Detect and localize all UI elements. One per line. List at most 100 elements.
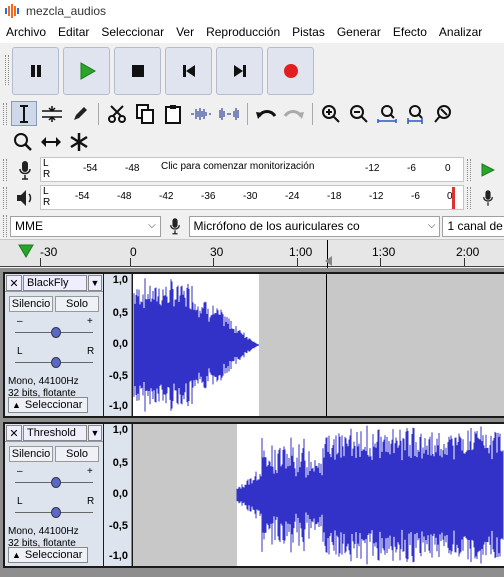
envelope-tool-button[interactable] bbox=[39, 101, 65, 126]
track-control-panel[interactable]: ✕ BlackFly ▼ Silencio Solo – + L R Mono,… bbox=[5, 274, 103, 416]
ruler-tick bbox=[464, 258, 465, 266]
draw-tool-button[interactable] bbox=[67, 101, 93, 126]
toolbar-grip[interactable] bbox=[5, 55, 9, 85]
close-track-icon[interactable]: ✕ bbox=[6, 275, 22, 291]
channels-select[interactable]: 1 canal de bbox=[442, 215, 504, 237]
trim-button[interactable] bbox=[188, 101, 214, 126]
zoom-in-button[interactable] bbox=[318, 101, 344, 126]
solo-button[interactable]: Solo bbox=[55, 446, 99, 462]
paste-button[interactable] bbox=[160, 101, 186, 126]
selection-tool-button[interactable] bbox=[11, 101, 37, 126]
zoom-out-button[interactable] bbox=[346, 101, 372, 126]
menu-bar: Archivo Editar Seleccionar Ver Reproducc… bbox=[0, 22, 504, 43]
microphone-icon bbox=[169, 218, 180, 235]
toolbar-separator bbox=[98, 102, 99, 125]
zoom-toggle-button[interactable] bbox=[430, 101, 456, 126]
skip-to-end-button[interactable] bbox=[216, 47, 263, 95]
waveform-area[interactable] bbox=[133, 274, 504, 416]
menu-ver[interactable]: Ver bbox=[170, 22, 200, 43]
record-meter[interactable]: L R -54 -48 Clic para comenzar monitoriz… bbox=[40, 157, 464, 182]
time-shift-tool-button[interactable] bbox=[38, 129, 64, 154]
slider-knob[interactable] bbox=[51, 477, 61, 488]
ruler-tick bbox=[213, 258, 214, 266]
playback-meter[interactable]: L R -54 -48 -42 -36 -30 -24 -18 -12 -6 0 bbox=[40, 185, 464, 210]
waveform-area[interactable] bbox=[133, 424, 504, 566]
silence-button[interactable] bbox=[216, 101, 242, 126]
mute-button[interactable]: Silencio bbox=[9, 446, 53, 462]
collapse-triangle-icon[interactable]: ▲ bbox=[12, 400, 21, 410]
play-at-speed-button[interactable] bbox=[475, 157, 501, 182]
undo-button[interactable] bbox=[253, 101, 279, 126]
track-menu-chevron-icon[interactable]: ▼ bbox=[88, 425, 102, 441]
gain-slider[interactable] bbox=[15, 326, 93, 340]
ruler-tick bbox=[40, 258, 41, 266]
track-format: Mono, 44100Hz bbox=[8, 376, 79, 387]
skip-to-start-button[interactable] bbox=[165, 47, 212, 95]
ruler-tick bbox=[130, 258, 131, 266]
audio-track-blackfly[interactable]: ✕ BlackFly ▼ Silencio Solo – + L R Mono,… bbox=[3, 272, 504, 418]
solo-button[interactable]: Solo bbox=[55, 296, 99, 312]
menu-generar[interactable]: Generar bbox=[331, 22, 387, 43]
track-name[interactable]: Threshold bbox=[23, 425, 87, 441]
input-device-select[interactable]: Micrófono de los auriculares co ⌵ bbox=[188, 215, 441, 237]
track-control-panel[interactable]: ✕ Threshold ▼ Silencio Solo – + L R Mono… bbox=[5, 424, 103, 566]
pause-button[interactable] bbox=[12, 47, 59, 95]
collapse-triangle-icon[interactable]: ▲ bbox=[12, 550, 21, 560]
zoom-tool-button[interactable] bbox=[10, 129, 36, 154]
toolbar-grip[interactable] bbox=[3, 215, 7, 237]
play-button[interactable] bbox=[63, 47, 110, 95]
chevron-down-icon: ⌵ bbox=[427, 219, 436, 231]
pan-slider[interactable] bbox=[15, 356, 93, 370]
tools-toolbar-2 bbox=[0, 128, 504, 155]
stop-button[interactable] bbox=[114, 47, 161, 95]
meter-scale-label: -54 bbox=[83, 163, 98, 174]
timeline-ruler[interactable]: -30 0 30 1:00 1:30 2:00 bbox=[0, 239, 504, 268]
gain-slider[interactable] bbox=[15, 476, 93, 490]
menu-reproduccion[interactable]: Reproducción bbox=[200, 22, 286, 43]
amplitude-ruler[interactable]: 1,0 0,5 0,0 -0,5 -1,0 bbox=[104, 424, 132, 566]
track-name[interactable]: BlackFly bbox=[23, 275, 87, 291]
redo-button[interactable] bbox=[281, 101, 307, 126]
amplitude-ruler[interactable]: 1,0 0,5 0,0 -0,5 -1,0 bbox=[104, 274, 132, 416]
menu-editar[interactable]: Editar bbox=[52, 22, 95, 43]
ruler-label: 30 bbox=[210, 245, 224, 259]
menu-seleccionar[interactable]: Seleccionar bbox=[95, 22, 170, 43]
pan-slider[interactable] bbox=[15, 506, 93, 520]
menu-archivo[interactable]: Archivo bbox=[0, 22, 52, 43]
amplitude-label: 0,0 bbox=[112, 488, 128, 500]
track-menu-chevron-icon[interactable]: ▼ bbox=[88, 275, 102, 291]
cut-button[interactable] bbox=[104, 101, 130, 126]
toolbar-grip[interactable] bbox=[467, 186, 471, 209]
scissors-icon bbox=[108, 104, 126, 123]
slider-knob[interactable] bbox=[51, 507, 61, 518]
playback-meter-button[interactable] bbox=[10, 184, 40, 211]
fit-selection-button[interactable] bbox=[374, 101, 400, 126]
audio-host-select[interactable]: MME ⌵ bbox=[9, 215, 161, 237]
slider-knob[interactable] bbox=[51, 327, 61, 338]
monitor-prompt[interactable]: Clic para comenzar monitorización bbox=[159, 161, 317, 172]
silence-audio-icon bbox=[219, 107, 239, 120]
fit-project-button[interactable] bbox=[402, 101, 428, 126]
mute-button[interactable]: Silencio bbox=[9, 296, 53, 312]
close-track-icon[interactable]: ✕ bbox=[6, 425, 22, 441]
play-triangle-icon[interactable] bbox=[18, 244, 34, 258]
menu-analizar[interactable]: Analizar bbox=[433, 22, 488, 43]
toolbar-grip[interactable] bbox=[3, 102, 7, 125]
toolbar-grip[interactable] bbox=[3, 158, 7, 181]
window-title: mezcla_audios bbox=[26, 4, 107, 18]
meter-right-label: R bbox=[43, 169, 51, 180]
select-track-button[interactable]: ▲ Seleccionar bbox=[8, 397, 88, 413]
toolbar-grip[interactable] bbox=[3, 186, 7, 209]
toolbar-grip[interactable] bbox=[467, 158, 471, 181]
amplitude-label: -0,5 bbox=[109, 370, 128, 382]
record-button[interactable] bbox=[267, 47, 314, 95]
menu-pistas[interactable]: Pistas bbox=[286, 22, 331, 43]
mic-level-button[interactable] bbox=[475, 185, 501, 210]
record-meter-button[interactable] bbox=[10, 156, 40, 183]
slider-knob[interactable] bbox=[51, 357, 61, 368]
select-track-button[interactable]: ▲ Seleccionar bbox=[8, 547, 88, 563]
copy-button[interactable] bbox=[132, 101, 158, 126]
audio-track-threshold[interactable]: ✕ Threshold ▼ Silencio Solo – + L R Mono… bbox=[3, 422, 504, 568]
menu-efecto[interactable]: Efecto bbox=[387, 22, 433, 43]
multi-tool-button[interactable] bbox=[66, 129, 92, 154]
